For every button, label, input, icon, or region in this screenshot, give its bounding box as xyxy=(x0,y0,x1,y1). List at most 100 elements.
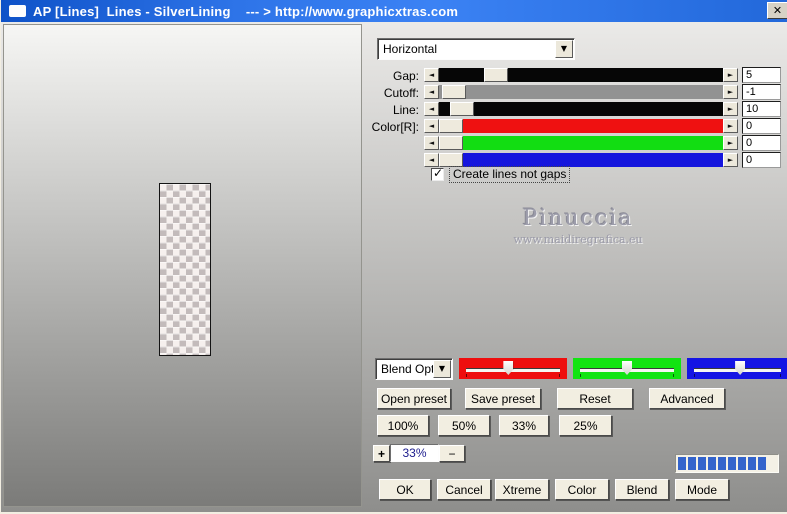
progress-segment xyxy=(698,457,706,470)
advanced-button[interactable]: Advanced xyxy=(649,388,725,409)
dropdown-arrow-button[interactable]: ▼ xyxy=(555,40,573,58)
progress-segment xyxy=(678,457,686,470)
slider-thumb[interactable] xyxy=(450,102,475,116)
zoom-level-value[interactable]: 33% xyxy=(390,444,439,462)
zoom-100-button[interactable]: 100% xyxy=(377,415,429,436)
blend-options-dropdown[interactable]: Blend Opti ▼ xyxy=(375,358,453,380)
gap-slider[interactable]: ◄ ► xyxy=(424,68,738,82)
slider-track[interactable] xyxy=(439,68,723,82)
slider-track[interactable] xyxy=(439,119,723,133)
close-icon: ✕ xyxy=(772,3,783,17)
color-g-value-input[interactable] xyxy=(742,135,781,151)
create-lines-checkbox[interactable]: ✓ xyxy=(431,166,444,181)
zoom-in-button[interactable]: + xyxy=(373,445,390,462)
close-button[interactable]: ✕ xyxy=(767,2,787,19)
dropdown-arrow-button[interactable]: ▼ xyxy=(433,360,451,378)
arrow-left-icon: ◄ xyxy=(428,87,435,96)
plugin-window: AP [Lines] Lines - SilverLining --- > ht… xyxy=(0,0,787,514)
color-r-label: Color[R]: xyxy=(371,120,419,134)
arrow-left-icon: ◄ xyxy=(428,155,435,164)
line-direction-dropdown[interactable]: Horizontal ▼ xyxy=(377,38,575,60)
slider-right-arrow[interactable]: ► xyxy=(723,68,738,82)
slider-row: Gap: ◄ ► xyxy=(1,67,787,84)
slider-track[interactable] xyxy=(439,85,723,99)
slider-left-arrow[interactable]: ◄ xyxy=(424,153,439,167)
zoom-out-button[interactable]: − xyxy=(439,445,465,462)
blue-channel-slider[interactable] xyxy=(687,358,787,379)
zoom-33-button[interactable]: 33% xyxy=(499,415,549,436)
color-b-value-input[interactable] xyxy=(742,152,781,168)
progress-segment xyxy=(748,457,756,470)
chevron-down-icon: ▼ xyxy=(438,364,446,373)
red-channel-slider[interactable] xyxy=(459,358,567,379)
slider-row: Line: ◄ ► xyxy=(1,101,787,118)
arrow-left-icon: ◄ xyxy=(428,138,435,147)
checkbox-row: ✓ Create lines not gaps xyxy=(1,166,787,183)
slider-track[interactable] xyxy=(439,153,723,167)
slider-row: ◄ ► xyxy=(1,135,787,152)
xtreme-button[interactable]: Xtreme xyxy=(495,479,549,500)
arrow-left-icon: ◄ xyxy=(428,104,435,113)
progress-segment xyxy=(688,457,696,470)
cutoff-slider[interactable]: ◄ ► xyxy=(424,85,738,99)
blend-button[interactable]: Blend xyxy=(615,479,669,500)
slider-row: Color[R]: ◄ ► xyxy=(1,118,787,135)
progress-segment xyxy=(718,457,726,470)
progress-segment xyxy=(758,457,766,470)
slider-left-arrow[interactable]: ◄ xyxy=(424,102,439,116)
slider-left-arrow[interactable]: ◄ xyxy=(424,136,439,150)
color-button[interactable]: Color xyxy=(555,479,609,500)
gap-value-input[interactable] xyxy=(742,67,781,83)
progress-segment xyxy=(728,457,736,470)
color-r-slider[interactable]: ◄ ► xyxy=(424,119,738,133)
cancel-button[interactable]: Cancel xyxy=(437,479,491,500)
save-preset-button[interactable]: Save preset xyxy=(465,388,541,409)
slider-right-arrow[interactable]: ► xyxy=(723,153,738,167)
slider-left-arrow[interactable]: ◄ xyxy=(424,68,439,82)
slider-right-arrow[interactable]: ► xyxy=(723,102,738,116)
slider-thumb[interactable] xyxy=(735,361,746,375)
chevron-down-icon: ▼ xyxy=(560,44,568,53)
cutoff-label: Cutoff: xyxy=(383,86,419,100)
slider-left-arrow[interactable]: ◄ xyxy=(424,119,439,133)
slider-left-arrow[interactable]: ◄ xyxy=(424,85,439,99)
slider-right-arrow[interactable]: ► xyxy=(723,119,738,133)
line-slider[interactable]: ◄ ► xyxy=(424,102,738,116)
green-channel-slider[interactable] xyxy=(573,358,681,379)
slider-right-arrow[interactable]: ► xyxy=(723,136,738,150)
color-r-value-input[interactable] xyxy=(742,118,781,134)
open-preset-button[interactable]: Open preset xyxy=(377,388,451,409)
window-title: AP [Lines] Lines - SilverLining --- > ht… xyxy=(33,3,459,19)
mode-button[interactable]: Mode xyxy=(675,479,729,500)
title-bar[interactable]: AP [Lines] Lines - SilverLining --- > ht… xyxy=(1,0,787,22)
zoom-25-button[interactable]: 25% xyxy=(559,415,612,436)
line-direction-value: Horizontal xyxy=(383,42,438,56)
check-icon: ✓ xyxy=(433,166,444,180)
slider-track[interactable] xyxy=(439,102,723,116)
slider-right-arrow[interactable]: ► xyxy=(723,85,738,99)
slider-thumb[interactable] xyxy=(503,361,514,375)
reset-button[interactable]: Reset xyxy=(557,388,633,409)
color-b-slider[interactable]: ◄ ► xyxy=(424,153,738,167)
slider-thumb[interactable] xyxy=(441,85,466,99)
slider-thumb[interactable] xyxy=(622,361,632,375)
slider-thumb[interactable] xyxy=(439,153,463,167)
arrow-left-icon: ◄ xyxy=(428,121,435,130)
progress-bar xyxy=(675,454,779,473)
color-g-slider[interactable]: ◄ ► xyxy=(424,136,738,150)
ok-button[interactable]: OK xyxy=(379,479,431,500)
watermark-site: www.maidiregrafica.eu xyxy=(513,233,643,246)
create-lines-label[interactable]: Create lines not gaps xyxy=(448,166,571,183)
progress-segment xyxy=(738,457,746,470)
slider-thumb[interactable] xyxy=(484,68,509,82)
slider-thumb[interactable] xyxy=(439,119,463,133)
watermark: Pinuccia www.maidiregrafica.eu xyxy=(493,206,663,246)
slider-thumb[interactable] xyxy=(439,136,463,150)
line-value-input[interactable] xyxy=(742,101,781,117)
zoom-50-button[interactable]: 50% xyxy=(438,415,490,436)
progress-segment xyxy=(708,457,716,470)
cutoff-value-input[interactable] xyxy=(742,84,781,100)
arrow-left-icon: ◄ xyxy=(428,70,435,79)
slider-row: Cutoff: ◄ ► xyxy=(1,84,787,101)
slider-track[interactable] xyxy=(439,136,723,150)
